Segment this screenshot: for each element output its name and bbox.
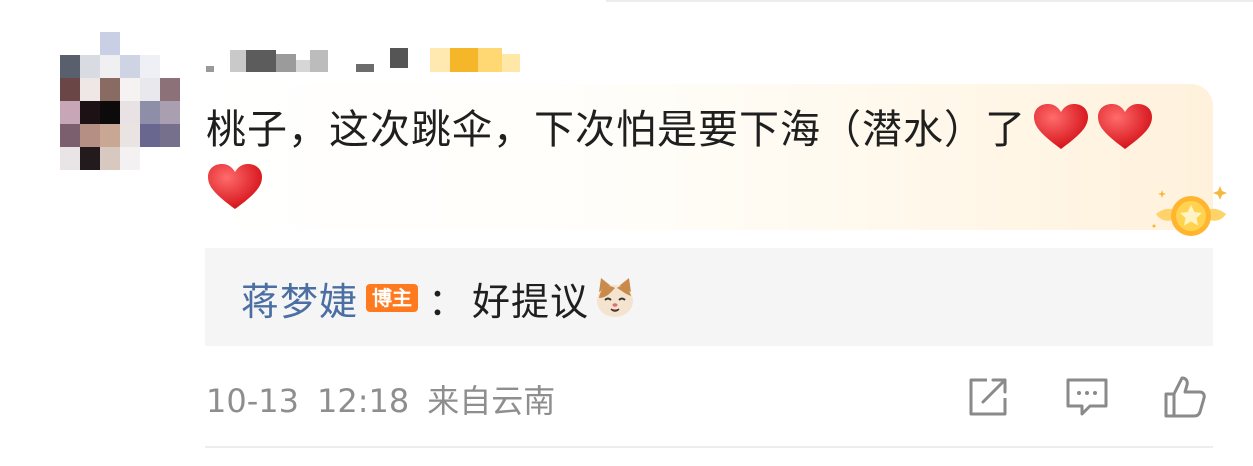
comment-meta: 10-13 12:18 来自云南 [206, 376, 573, 422]
thumbs-up-icon[interactable] [1162, 374, 1208, 420]
reply-text: 好提议 [472, 279, 590, 324]
comment-text: 桃子，这次跳伞，下次怕是要下海（潜水）了 [206, 100, 1196, 220]
avatar[interactable] [60, 32, 180, 170]
star-badge-icon [1152, 186, 1227, 236]
bottom-divider [205, 446, 1213, 448]
reply-author-link[interactable]: 蒋梦婕 [241, 271, 358, 326]
reply-separator: ： [428, 279, 467, 324]
cat-face-icon [597, 278, 634, 317]
username-obscured[interactable] [206, 44, 536, 80]
comment-date: 10-13 [206, 382, 299, 420]
comment-icon[interactable] [1064, 374, 1110, 420]
author-role-badge: 博主 [366, 284, 419, 312]
share-icon[interactable] [965, 374, 1011, 420]
comment-time: 12:18 [316, 382, 410, 420]
top-divider [606, 0, 1253, 2]
comment-body: 桃子，这次跳伞，下次怕是要下海（潜水）了 [206, 107, 1026, 153]
reply-line: 蒋梦婕 博主 ： 好提议 [241, 270, 637, 326]
comment-location: 来自云南 [427, 382, 556, 420]
red-heart-icon [1034, 104, 1088, 149]
reply-box[interactable]: 蒋梦婕 博主 ： 好提议 [205, 248, 1213, 346]
red-heart-icon [1098, 104, 1152, 149]
red-heart-icon [208, 164, 262, 209]
